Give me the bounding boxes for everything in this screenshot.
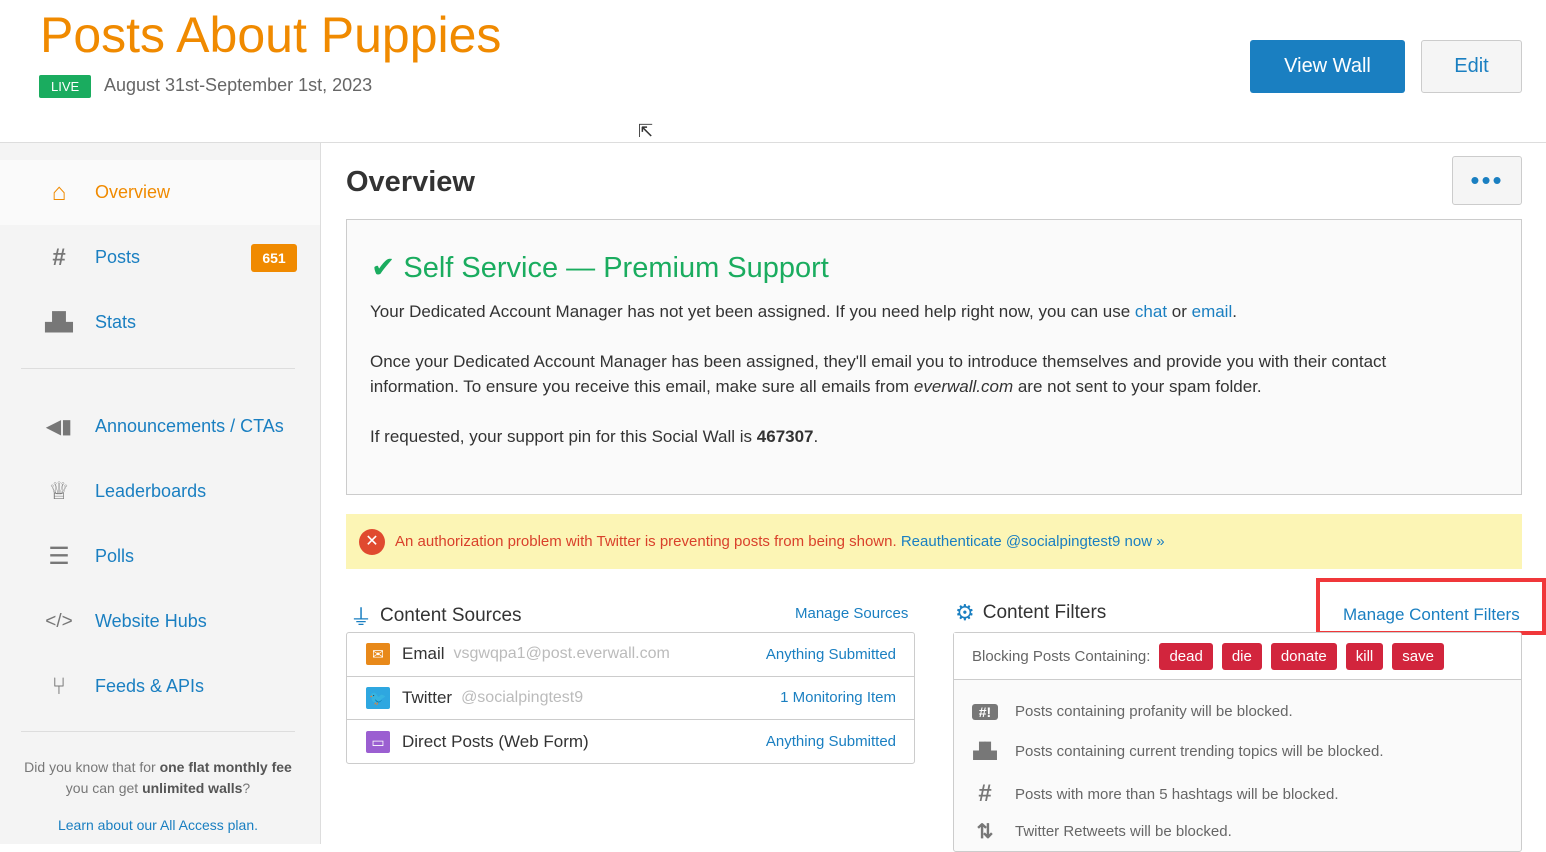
sidebar-item-label: Overview xyxy=(95,182,171,202)
support-text: Your Dedicated Account Manager has not y… xyxy=(370,302,1237,321)
source-row-twitter[interactable]: 🐦 Twitter @socialpingtest9 1 Monitoring Ite… xyxy=(347,677,914,720)
hashtag-icon: # xyxy=(52,243,66,271)
twitter-auth-alert: ✕ An authorization problem with Twitter … xyxy=(346,514,1522,569)
source-row-direct-posts[interactable]: ▭ Direct Posts (Web Form) Anything Submitt… xyxy=(347,720,914,764)
envelope-icon: ✉ xyxy=(366,643,390,666)
mouse-cursor-icon: ⇱ xyxy=(638,121,654,141)
source-status-link[interactable]: Anything Submitted xyxy=(766,646,896,663)
megaphone-icon: ◀▮ xyxy=(45,416,73,438)
hashtag-icon: # xyxy=(978,780,992,807)
sidebar-item-label: Feeds & APIs xyxy=(95,676,205,696)
blocked-word-tag: save xyxy=(1392,642,1444,670)
manage-content-filters-link[interactable]: Manage Content Filters xyxy=(1316,578,1546,635)
sidebar: ⌂ Overview # Posts 651 ▟▙ Stats ◀▮ Announceme… xyxy=(0,143,321,844)
filter-rule: ▟▙ Posts containing current trending topi… xyxy=(973,742,1384,761)
section-title: Overview xyxy=(346,166,475,198)
plug-icon: ⏚ xyxy=(350,605,373,630)
content-sources-heading: ⏚ Content Sources xyxy=(350,600,522,632)
live-badge: LIVE xyxy=(39,75,92,98)
divider xyxy=(21,731,295,732)
content-filters-heading: ⚙ Content Filters xyxy=(955,600,1107,625)
more-options-button[interactable]: ••• xyxy=(1452,156,1522,205)
posts-count-badge: 651 xyxy=(251,243,297,272)
branch-icon: ⑂ xyxy=(51,672,67,700)
source-status-link[interactable]: Anything Submitted xyxy=(766,733,896,750)
email-link[interactable]: email xyxy=(1192,302,1233,321)
manage-sources-link[interactable]: Manage Sources xyxy=(795,605,908,622)
header: Posts About Puppies LIVE August 31st-Sep… xyxy=(0,0,1546,143)
sidebar-item-overview[interactable]: ⌂ Overview xyxy=(0,160,320,225)
sidebar-item-label: Website Hubs xyxy=(95,611,207,631)
trophy-icon: ♕ xyxy=(48,478,70,505)
home-icon: ⌂ xyxy=(51,178,67,206)
sidebar-item-posts[interactable]: # Posts 651 xyxy=(0,225,320,290)
sidebar-item-label: Announcements / CTAs xyxy=(95,416,284,436)
edit-button[interactable]: Edit xyxy=(1421,40,1522,93)
filter-rule: ⇅ Twitter Retweets will be blocked. xyxy=(972,819,1232,844)
promo-text: Did you know that for one flat monthly f… xyxy=(24,759,292,796)
support-panel: ✔ Self Service — Premium Support Your De… xyxy=(346,219,1522,495)
date-range: August 31st-September 1st, 2023 xyxy=(104,75,373,95)
source-row-email[interactable]: ✉ Email vsgwqpa1@post.everwall.com Anything… xyxy=(347,633,914,677)
blocked-word-tag: dead xyxy=(1159,642,1213,670)
view-wall-button[interactable]: View Wall xyxy=(1250,40,1405,93)
sidebar-item-label: Polls xyxy=(95,546,135,566)
check-icon: ✔ xyxy=(371,252,396,284)
sidebar-item-leaderboards[interactable]: ♕ Leaderboards xyxy=(0,459,320,524)
sidebar-item-label: Leaderboards xyxy=(95,481,207,501)
sidebar-item-label: Stats xyxy=(95,312,137,332)
web-form-icon: ▭ xyxy=(366,730,390,753)
source-status-link[interactable]: 1 Monitoring Item xyxy=(780,689,896,706)
trending-chart-icon: ▟▙ xyxy=(973,743,997,760)
blocked-word-tag: die xyxy=(1221,642,1262,670)
blocked-word-tag: donate xyxy=(1270,642,1337,670)
sidebar-item-stats[interactable]: ▟▙ Stats xyxy=(0,290,320,355)
page-title: Posts About Puppies xyxy=(40,7,502,63)
reauthenticate-link[interactable]: Reauthenticate @socialpingtest9 now » xyxy=(901,533,1165,550)
content-filters-panel: Blocking Posts Containing: dead die dona… xyxy=(953,632,1522,852)
list-icon: ☰ xyxy=(48,543,70,570)
chat-link[interactable]: chat xyxy=(1135,302,1167,321)
retweet-icon: ⇅ xyxy=(976,821,994,843)
sidebar-item-website-hubs[interactable]: </> Website Hubs xyxy=(0,589,320,654)
filter-rule: # Posts with more than 5 hashtags will be… xyxy=(972,780,1338,808)
gear-icon: ⚙ xyxy=(955,600,975,625)
sidebar-item-label: Posts xyxy=(95,247,141,267)
profanity-icon: #! xyxy=(972,703,998,720)
sidebar-item-feeds-apis[interactable]: ⑂ Feeds & APIs xyxy=(0,654,320,719)
code-icon: </> xyxy=(45,610,73,632)
sidebar-item-polls[interactable]: ☰ Polls xyxy=(0,524,320,589)
filter-rule: #! Posts containing profanity will be blo… xyxy=(972,703,1293,720)
divider xyxy=(21,368,295,369)
twitter-icon: 🐦 xyxy=(366,686,390,709)
support-heading: ✔ Self Service — Premium Support xyxy=(371,252,829,284)
blocked-words: Blocking Posts Containing: dead die dona… xyxy=(954,633,1521,680)
support-text: Once your Dedicated Account Manager has … xyxy=(370,352,1387,396)
blocked-word-tag: kill xyxy=(1345,642,1384,670)
support-pin: If requested, your support pin for this … xyxy=(370,427,819,446)
content-sources-list: ✉ Email vsgwqpa1@post.everwall.com Anything… xyxy=(346,632,915,764)
sidebar-item-announcements[interactable]: ◀▮ Announcements / CTAs xyxy=(0,394,320,459)
chart-icon: ▟▙ xyxy=(45,312,73,332)
all-access-link[interactable]: Learn about our All Access plan. xyxy=(20,817,296,833)
error-icon: ✕ xyxy=(359,528,385,555)
